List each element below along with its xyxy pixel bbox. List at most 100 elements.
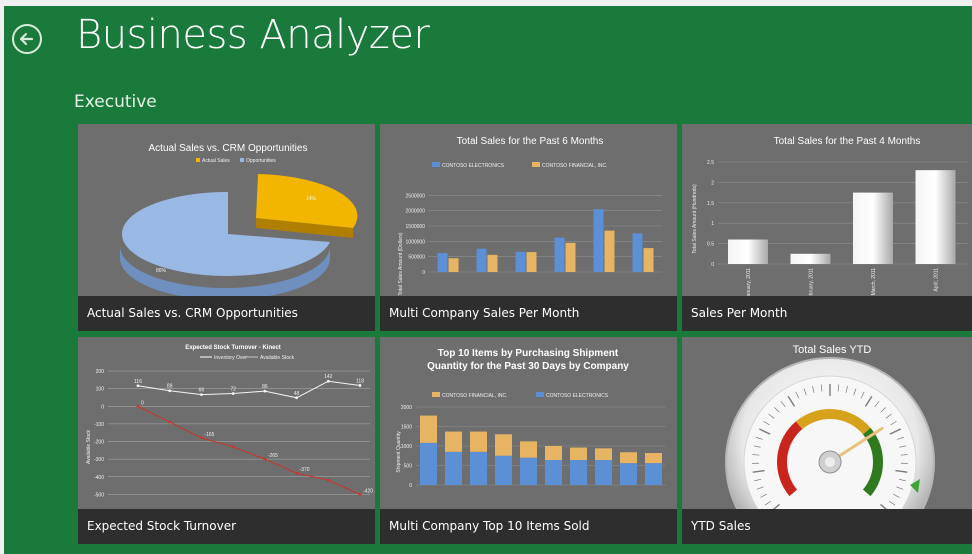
tile-caption: Sales Per Month: [682, 296, 972, 331]
bar: [853, 192, 893, 264]
chart-title: Total Sales for the Past 6 Months: [457, 136, 604, 147]
y-tick-label: 1500000: [406, 224, 426, 230]
tile-caption: Multi Company Top 10 Items Sold: [380, 509, 677, 544]
bar-electronics: [570, 460, 587, 485]
y-axis-label: Total Sales Amount (Hundreds): [692, 184, 698, 254]
series-line: [137, 405, 361, 495]
bar: [643, 248, 654, 272]
data-label: -370: [300, 467, 310, 473]
y-tick-label: 1: [711, 221, 714, 227]
chart-title: Total Sales YTD: [793, 344, 872, 356]
bar: [554, 237, 565, 272]
data-point: [326, 379, 330, 383]
data-point: [263, 457, 267, 461]
data-label: 118: [356, 378, 364, 384]
y-tick-label: 2000000: [406, 209, 426, 215]
legend-label: Inventory Over: [214, 355, 247, 361]
chart-title-line2: Quantity for the Past 30 Days by Company: [427, 361, 629, 372]
bar-electronics: [420, 442, 437, 485]
data-label: -420: [363, 488, 373, 494]
y-tick-label: 2500000: [406, 193, 426, 199]
bar: [565, 242, 576, 272]
bar: [593, 209, 604, 272]
gauge-hub-cap: [825, 457, 835, 467]
y-tick-label: -100: [94, 422, 104, 428]
tile-actual-sales-vs-crm[interactable]: Actual Sales vs. CRM Opportunities Actua…: [78, 124, 375, 331]
bar-electronics: [495, 455, 512, 485]
y-tick-label: 0: [711, 262, 714, 268]
y-tick-label: 0: [409, 483, 412, 489]
x-tick-label: January, 2011: [746, 268, 752, 299]
bar-financial: [645, 453, 662, 464]
bar-financial: [545, 446, 562, 461]
data-point: [326, 478, 330, 482]
bar-financial: [520, 441, 537, 458]
tile-caption: Expected Stock Turnover: [78, 509, 375, 544]
legend-swatch-electronics: [536, 392, 544, 397]
app-title: Business Analyzer: [76, 12, 430, 58]
data-point: [168, 420, 172, 424]
y-tick-label: -400: [94, 475, 104, 481]
legend-label: Opportunities: [246, 158, 276, 164]
x-tick-label: March, 2011: [871, 268, 877, 296]
section-title: Executive: [74, 92, 157, 112]
bar: [526, 252, 537, 272]
y-tick-label: -200: [94, 440, 104, 446]
bar-electronics: [545, 460, 562, 485]
bar: [476, 248, 487, 272]
tile-multi-company-sales[interactable]: Total Sales for the Past 6 Months CONTOS…: [380, 124, 677, 331]
data-label: 86: [262, 384, 268, 390]
legend-swatch-financial: [532, 162, 540, 167]
bar-financial: [570, 447, 587, 461]
data-point: [231, 392, 235, 395]
data-point: [295, 471, 298, 475]
data-point: [231, 445, 235, 449]
legend-label: CONTOSO ELECTRONICS: [546, 393, 609, 399]
y-tick-label: 0: [101, 404, 104, 410]
legend-swatch-opportunities: [240, 158, 244, 162]
tile-caption: Actual Sales vs. CRM Opportunities: [78, 296, 375, 331]
y-tick-label: -300: [94, 457, 104, 463]
bar: [487, 254, 498, 272]
bar: [604, 230, 615, 272]
app-window: Business Analyzer Executive Actual Sales…: [4, 6, 972, 554]
data-point: [358, 384, 362, 387]
tile-caption: YTD Sales: [682, 509, 972, 544]
y-tick-label: 0.5: [707, 242, 714, 248]
bar-electronics: [620, 463, 637, 485]
data-point: [168, 389, 172, 393]
chart-title: Expected Stock Turnover - Kinect: [185, 345, 281, 351]
tile-caption: Multi Company Sales Per Month: [380, 296, 677, 331]
data-label: 72: [230, 387, 236, 393]
x-tick-label: April, 2011: [934, 268, 940, 292]
tile-expected-stock-turnover[interactable]: Expected Stock Turnover - Kinect Invento…: [78, 337, 375, 544]
legend-swatch-financial: [432, 392, 440, 397]
legend-label: CONTOSO FINANCIAL, INC.: [442, 393, 507, 399]
chart-title: Total Sales for the Past 4 Months: [774, 136, 921, 147]
bar-electronics: [445, 451, 462, 485]
data-point: [136, 384, 140, 388]
tile-top10-items[interactable]: Top 10 Items by Purchasing Shipment Quan…: [380, 337, 677, 544]
y-tick-label: 500: [404, 464, 413, 470]
data-label: 116: [134, 379, 142, 385]
data-label: 142: [324, 374, 333, 380]
tile-sales-per-month[interactable]: Total Sales for the Past 4 Months Total …: [682, 124, 972, 331]
bar: [448, 258, 459, 272]
y-axis-label: Total Sales Amount (Dollars): [398, 232, 404, 295]
data-label: 66: [199, 388, 205, 394]
bar-electronics: [645, 463, 662, 485]
data-point: [200, 393, 203, 397]
legend-swatch-electronics: [432, 162, 440, 167]
bar-financial: [445, 431, 462, 452]
y-tick-label: 0: [422, 270, 425, 276]
y-tick-label: -500: [94, 492, 104, 498]
legend-label: Actual Sales: [202, 158, 230, 164]
y-tick-label: 200: [96, 369, 105, 375]
chart-title: Actual Sales vs. CRM Opportunities: [149, 143, 308, 154]
bar: [437, 252, 448, 272]
tile-ytd-sales[interactable]: Total Sales YTD YTD Sales: [682, 337, 972, 544]
arrow-left-icon: [19, 32, 34, 46]
y-axis-label: Shipment Quantity: [396, 431, 402, 473]
y-tick-label: 2000: [401, 405, 412, 411]
back-button[interactable]: [12, 24, 42, 54]
